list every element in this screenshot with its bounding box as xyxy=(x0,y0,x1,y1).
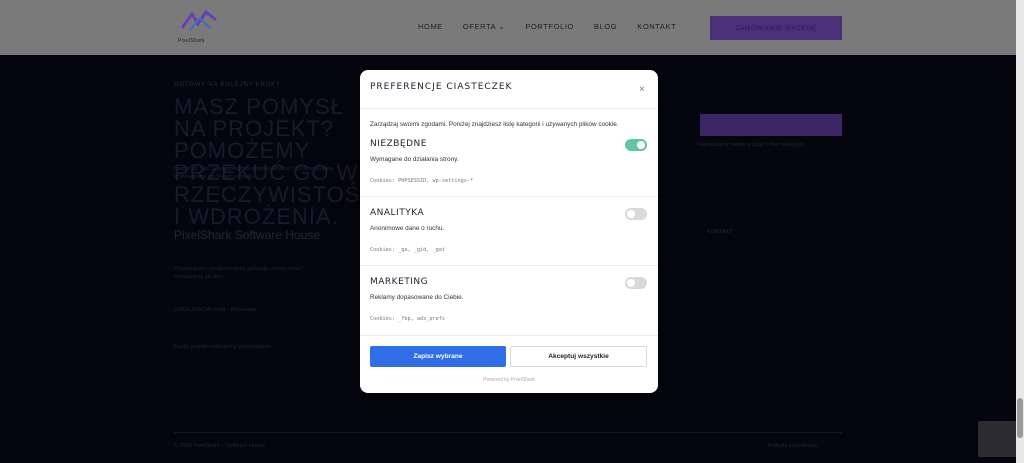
site-header: PixelShark HOME OFERTA ⌄ PORTFOLIO BLOG … xyxy=(0,0,1016,55)
powered-by: Powered by PixelShark xyxy=(483,377,535,383)
nav-item-portfolio[interactable]: PORTFOLIO xyxy=(525,22,574,31)
hero-subtext: Napisz do nas, a przygotujemy wstępną an… xyxy=(174,166,335,180)
toggle-analytics[interactable] xyxy=(625,208,647,220)
cookie-preferences-modal: Preferencje ciasteczek × Zarządzaj swoim… xyxy=(360,70,658,393)
category-cookies: Cookies: PHPSESSID, wp-settings-* xyxy=(370,178,474,184)
save-selected-button[interactable]: Zapisz wybrane xyxy=(370,346,506,367)
modal-header: Preferencje ciasteczek × xyxy=(360,70,658,109)
category-cookies: Cookies: _ga, _gid, _gat xyxy=(370,247,445,253)
category-divider xyxy=(360,265,658,266)
category-description: Anonimowe dane o ruchu. xyxy=(370,225,445,232)
page-scrollbar[interactable] xyxy=(1016,0,1024,463)
logo-text: PixelShark xyxy=(178,38,205,44)
category-cookies: Cookies: _fbp, ads_prefs xyxy=(370,316,445,322)
privacy-link[interactable]: Polityka prywatności xyxy=(768,443,818,449)
modal-footer: Zapisz wybrane Akceptuj wszystkie Powere… xyxy=(360,335,658,393)
nav-item-blog[interactable]: BLOG xyxy=(594,22,617,31)
modal-intro: Zarządzaj swoimi zgodami. Poniżej znajdz… xyxy=(370,121,619,128)
category-title: Niezbędne xyxy=(370,139,427,149)
cta-note: Odpowiadamy zwykle w ciągu 1 dnia robocz… xyxy=(697,142,804,148)
nav-item-oferta[interactable]: OFERTA ⌄ xyxy=(463,22,505,31)
toggle-knob xyxy=(627,279,635,287)
toggle-knob xyxy=(627,210,635,218)
scrollbar-thumb[interactable] xyxy=(1017,398,1023,438)
contact-cta-button[interactable] xyxy=(700,114,842,136)
footer-description: Projektujemy i programujemy aplikacje, s… xyxy=(174,266,303,280)
category-description: Wymagane do działania strony. xyxy=(370,156,459,163)
nav-item-kontakt[interactable]: KONTAKT xyxy=(637,22,676,31)
footer-divider xyxy=(174,432,842,433)
footer-contact-heading: KONTAKT xyxy=(707,229,733,235)
accept-all-button[interactable]: Akceptuj wszystkie xyxy=(510,346,647,367)
quote-button[interactable]: ZAMÓWIENIE WYCENĘ xyxy=(710,16,842,40)
toggle-necessary[interactable] xyxy=(625,139,647,151)
main-nav: HOME OFERTA ⌄ PORTFOLIO BLOG KONTAKT xyxy=(418,22,676,31)
modal-title: Preferencje ciasteczek xyxy=(370,82,513,92)
copyright-text: © 2025 PixelShark – Software House xyxy=(174,443,265,449)
close-icon[interactable]: × xyxy=(636,84,648,96)
site-logo[interactable]: PixelShark xyxy=(176,10,222,46)
section-kicker: GOTOWY NA KOLEJNY KROK? xyxy=(174,82,281,88)
category-description: Reklamy dopasowane do Ciebie. xyxy=(370,294,464,301)
footer-note: Każdy projekt realizujemy indywidualnie. xyxy=(174,344,273,350)
category-title: Marketing xyxy=(370,277,429,287)
recaptcha-badge[interactable] xyxy=(978,421,1018,457)
toggle-knob xyxy=(637,141,645,149)
hero-heading: MASZ POMYSŁ NA PROJEKT? POMOŻEMY PRZEKUĆ… xyxy=(174,94,378,229)
footer-brand: PixelShark Software House xyxy=(174,228,321,242)
footer-location: LOKALIZACJA: Łódź · Warszawa xyxy=(174,307,257,313)
nav-item-home[interactable]: HOME xyxy=(418,22,443,31)
shark-logo-icon xyxy=(180,10,217,31)
toggle-marketing[interactable] xyxy=(625,277,647,289)
category-title: Analityka xyxy=(370,208,425,218)
category-divider xyxy=(360,196,658,197)
